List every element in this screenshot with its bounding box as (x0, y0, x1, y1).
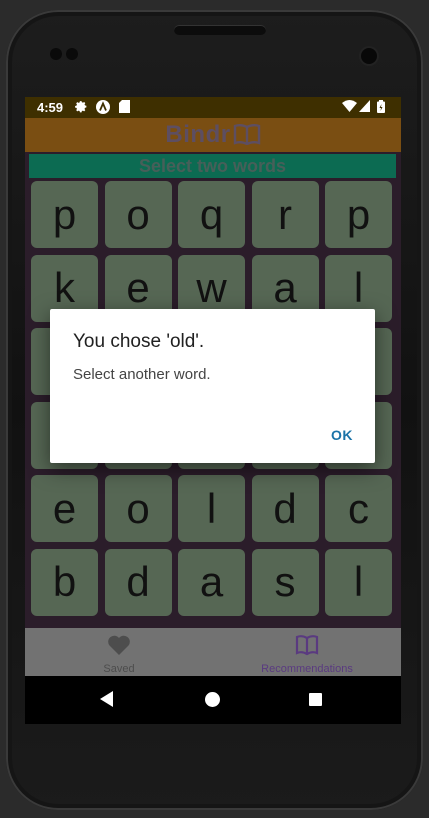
letter-tile[interactable]: c (325, 475, 392, 542)
letter-tile[interactable]: p (325, 181, 392, 248)
sd-card-icon (119, 100, 130, 116)
alert-dialog: You chose 'old'. Select another word. OK (50, 309, 375, 463)
letter-tile[interactable]: d (251, 475, 319, 542)
instruction-banner: Select two words (29, 154, 396, 178)
letter-tile[interactable]: q (178, 181, 245, 248)
letter-tile[interactable]: b (31, 548, 98, 616)
letter-tile[interactable]: d (104, 548, 172, 616)
letter-tile[interactable]: a (178, 548, 245, 616)
letter-tile[interactable]: s (251, 548, 319, 616)
letter-tile[interactable]: r (251, 181, 319, 248)
letter-tile[interactable]: e (31, 475, 98, 542)
light-sensor (66, 48, 78, 60)
dialog-title: You chose 'old'. (73, 331, 205, 352)
letter-tile[interactable]: l (178, 475, 245, 542)
earpiece-speaker (174, 25, 266, 35)
letter-tile[interactable]: l (325, 548, 392, 616)
letter-tile[interactable]: o (104, 475, 172, 542)
device-screen: 4:59 Bindr Select two words poqrpkewaleo… (25, 97, 401, 724)
letter-tile[interactable]: o (104, 181, 172, 248)
app-bar: Bindr (25, 118, 401, 152)
ok-button[interactable]: OK (331, 427, 353, 443)
book-icon (295, 635, 319, 656)
nav-recommendations-label: Recommendations (261, 663, 353, 675)
front-camera (361, 48, 377, 64)
dialog-message: Select another word. (73, 366, 211, 383)
heart-icon (108, 635, 130, 655)
system-navigation-bar (25, 676, 401, 724)
status-bar: 4:59 (25, 97, 401, 118)
status-time: 4:59 (37, 100, 64, 115)
home-icon[interactable] (205, 692, 220, 707)
recents-icon[interactable] (309, 693, 322, 706)
battery-icon (377, 100, 385, 116)
bottom-navigation: Saved Recommendations (25, 628, 401, 676)
proximity-sensor (50, 48, 62, 60)
a-circle-icon (96, 100, 110, 117)
nav-saved-label: Saved (103, 663, 135, 675)
book-icon (233, 123, 261, 150)
nav-recommendations[interactable]: Recommendations (213, 628, 401, 676)
app-title: Bindr (165, 121, 231, 148)
wifi-icon (342, 100, 357, 115)
letter-tile[interactable]: p (31, 181, 98, 248)
signal-icon (359, 100, 370, 115)
nav-saved[interactable]: Saved (25, 628, 213, 676)
gear-icon (75, 100, 88, 116)
back-icon[interactable] (100, 691, 113, 707)
